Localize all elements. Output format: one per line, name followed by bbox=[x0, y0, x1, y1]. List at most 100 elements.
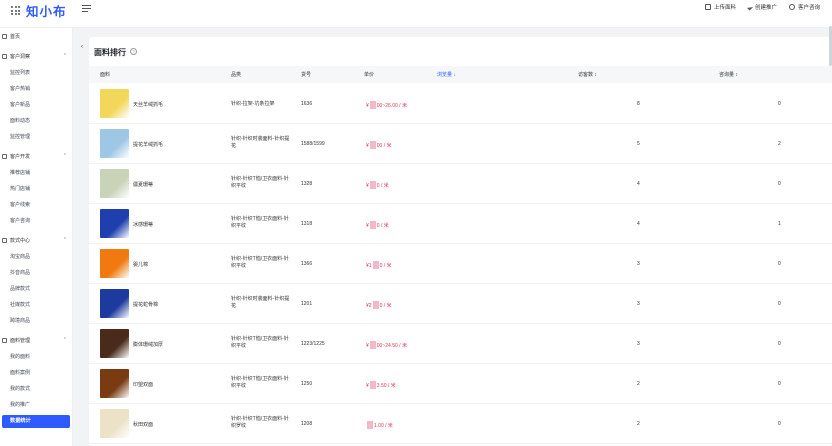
fabric-thumbnail[interactable] bbox=[100, 409, 129, 438]
customer-consult-button[interactable]: 客户咨询 bbox=[788, 3, 820, 11]
chevron-up-icon: ⌃ bbox=[62, 153, 67, 159]
fabric-thumbnail[interactable] bbox=[100, 209, 129, 238]
sidebar-item-fabric-cases[interactable]: 面料案例 bbox=[10, 369, 30, 376]
price-mask bbox=[369, 181, 376, 189]
fabric-thumbnail[interactable] bbox=[100, 249, 129, 278]
visitor-count: 3 bbox=[637, 301, 640, 307]
sidebar-item-customer-leads[interactable]: 客户线索 bbox=[10, 201, 30, 208]
sidebar-item-cross-border[interactable]: 跨境商品 bbox=[10, 317, 30, 324]
table-row[interactable]: 冰感珊蒂 针织-针织T恤/卫衣面料-针织平纹 1318 ¥0 / 米 4 1 bbox=[89, 204, 832, 244]
sidebar-item-fabric-trends[interactable]: 面料动态 bbox=[10, 117, 30, 124]
sidebar-item-data-stats[interactable]: 数据统计 bbox=[2, 415, 70, 428]
fabric-thumbnail[interactable] bbox=[100, 129, 129, 158]
fabric-name[interactable]: 膨体珊绒加厚 bbox=[133, 341, 163, 348]
sidebar-item-my-fabrics[interactable]: 我的面料 bbox=[10, 353, 30, 360]
col-visitors-sort[interactable]: 访客数 ↕ bbox=[578, 71, 597, 78]
visitor-count: 8 bbox=[637, 101, 640, 107]
visitor-count: 4 bbox=[637, 221, 640, 227]
item-number: 1201 bbox=[301, 301, 313, 307]
col-inquiries-sort[interactable]: 咨询量 ↕ bbox=[719, 71, 738, 78]
fabric-thumbnail[interactable] bbox=[100, 369, 129, 398]
fabric-name[interactable]: 疆夏珊蒂 bbox=[133, 181, 153, 188]
unit-price: ¥00 / 米 bbox=[366, 141, 392, 149]
price-mask bbox=[369, 141, 376, 149]
col-item-no: 货号 bbox=[301, 72, 312, 78]
sidebar-item-social-styles[interactable]: 社媒款式 bbox=[10, 301, 30, 308]
inquiry-count: 0 bbox=[778, 301, 781, 307]
user-icon bbox=[2, 154, 7, 159]
fabric-name[interactable]: 印望双面 bbox=[133, 381, 153, 388]
inquiry-count: 1 bbox=[778, 221, 781, 227]
chevron-up-icon: ⌃ bbox=[62, 237, 67, 243]
fabric-category: 针织-针织T恤/卫衣面料-针织平纹 bbox=[231, 256, 289, 269]
item-number: 1250 bbox=[301, 381, 313, 387]
visitor-count: 4 bbox=[637, 181, 640, 187]
sidebar-group-customer-insight[interactable]: 客户洞察 ⌃ bbox=[2, 53, 70, 60]
home-icon bbox=[2, 34, 7, 39]
price-mask bbox=[369, 381, 376, 389]
sidebar-item-customer-new[interactable]: 客户新品 bbox=[10, 101, 30, 108]
col-views-sort[interactable]: 浏览量 ↓ bbox=[437, 71, 456, 78]
chevron-up-icon: ⌃ bbox=[62, 337, 67, 343]
fabric-name[interactable]: 秋田双面 bbox=[133, 421, 153, 428]
table-row[interactable]: 秋田双面 针织-针织T恤/卫衣面料-针织罗纹 1208 1.00 / 米 2 0 bbox=[89, 404, 832, 444]
table-row[interactable]: 膨体珊绒加厚 针织-针织T恤/卫衣面料-针织平纹 1223/1225 ¥00~24.5… bbox=[89, 324, 832, 364]
help-icon[interactable]: ? bbox=[130, 48, 137, 55]
sidebar-item-customer-consult[interactable]: 客户咨询 bbox=[10, 217, 30, 224]
chevron-up-icon: ⌃ bbox=[62, 53, 67, 59]
col-category: 品类 bbox=[231, 72, 242, 78]
price-mask bbox=[367, 421, 373, 429]
item-number: 1636 bbox=[301, 101, 313, 107]
sidebar-group-fabric-manage[interactable]: 面料管理 ⌃ bbox=[2, 337, 70, 344]
sidebar-item-recommended-shops[interactable]: 推荐店铺 bbox=[10, 169, 30, 176]
table-row[interactable]: 疆夏珊蒂 针织-针织T恤/卫衣面料-针织平纹 1328 ¥0 / 米 4 0 bbox=[89, 164, 832, 204]
sidebar-item-douyin[interactable]: 抖音商品 bbox=[10, 269, 30, 276]
fabric-thumbnail[interactable] bbox=[100, 169, 129, 198]
sidebar-item-home[interactable]: 首页 bbox=[2, 33, 70, 40]
table-row[interactable]: 天丝羊绒抓毛 针织-拉架-坑条拉架 1636 ¥00~26.00 / 米 8 0 bbox=[89, 84, 832, 124]
sidebar-item-my-styles[interactable]: 我的款式 bbox=[10, 385, 30, 392]
inquiry-count: 0 bbox=[778, 101, 781, 107]
fabric-name[interactable]: 提花羊绒抓毛 bbox=[133, 141, 163, 148]
unit-price: ¥1 0 / 米 bbox=[366, 261, 392, 269]
unit-price: ¥0 / 米 bbox=[366, 221, 389, 229]
upload-icon bbox=[704, 4, 711, 10]
fabric-category: 针织-针织T恤/卫衣面料-针织平纹 bbox=[231, 336, 289, 349]
table-row[interactable]: 提花羊绒抓毛 针织-针织时装面料-针织提花 1588/1599 ¥00 / 米 5 2 bbox=[89, 124, 832, 164]
fabric-name[interactable]: 冰感珊蒂 bbox=[133, 221, 153, 228]
sidebar-item-monitor-list[interactable]: 监控列表 bbox=[10, 69, 30, 76]
table-row[interactable]: 印望双面 针织-针织T恤/卫衣面料-针织平纹 1250 ¥3.50 / 米 2 0 bbox=[89, 364, 832, 404]
visitor-count: 3 bbox=[637, 341, 640, 347]
inquiry-count: 0 bbox=[778, 341, 781, 347]
sidebar-group-style-center[interactable]: 款式中心 ⌃ bbox=[2, 237, 70, 244]
fabric-category: 针织-针织T恤/卫衣面料-针织平纹 bbox=[231, 216, 289, 229]
sidebar-item-hot-shops[interactable]: 热门店铺 bbox=[10, 185, 30, 192]
sidebar: 首页 客户洞察 ⌃ 监控列表 客户热销 客户新品 面料动态 监控管理 客户开发 ⌃ … bbox=[0, 28, 73, 446]
menu-collapse-icon[interactable] bbox=[82, 5, 91, 13]
fabric-thumbnail[interactable] bbox=[100, 289, 129, 318]
fabric-thumbnail[interactable] bbox=[100, 329, 129, 358]
fabric-thumbnail[interactable] bbox=[100, 89, 129, 118]
create-promotion-button[interactable]: 创建推广 bbox=[746, 3, 777, 11]
sidebar-item-customer-hot[interactable]: 客户热销 bbox=[10, 85, 30, 92]
price-mask bbox=[372, 301, 379, 309]
table-row[interactable]: 提花蛇骨棉 针织-针织时装面料-针织提花 1201 ¥2 0 / 米 3 0 bbox=[89, 284, 832, 324]
sidebar-item-taobao[interactable]: 淘宝商品 bbox=[10, 253, 30, 260]
price-mask bbox=[372, 261, 379, 269]
table-header: 面料 品类 货号 单价 浏览量 ↓ 访客数 ↕ 咨询量 ↕ bbox=[89, 66, 832, 83]
upload-fabric-button[interactable]: 上传面料 bbox=[704, 3, 736, 11]
sidebar-item-my-promotions[interactable]: 我的推广 bbox=[10, 401, 30, 408]
fabric-name[interactable]: 婴儿棉 bbox=[133, 261, 148, 268]
sidebar-item-brand-styles[interactable]: 品牌款式 bbox=[10, 285, 30, 292]
sidebar-group-customer-dev[interactable]: 客户开发 ⌃ bbox=[2, 153, 70, 160]
col-price: 单价 bbox=[364, 72, 375, 78]
fabric-name[interactable]: 天丝羊绒抓毛 bbox=[133, 101, 163, 108]
price-mask bbox=[369, 341, 376, 349]
chevron-left-icon[interactable]: ‹ bbox=[81, 44, 83, 50]
visitor-count: 2 bbox=[637, 381, 640, 387]
app-logo[interactable]: 知小布 bbox=[26, 1, 67, 20]
fabric-name[interactable]: 提花蛇骨棉 bbox=[133, 301, 158, 308]
apps-grid-icon[interactable] bbox=[11, 6, 20, 15]
table-row[interactable]: 婴儿棉 针织-针织T恤/卫衣面料-针织平纹 1366 ¥1 0 / 米 3 0 bbox=[89, 244, 832, 284]
sidebar-item-monitor-manage[interactable]: 监控管理 bbox=[10, 133, 30, 140]
